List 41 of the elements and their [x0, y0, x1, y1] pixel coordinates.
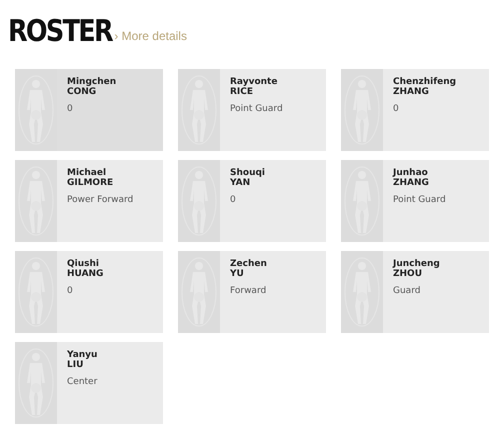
- position: 0: [230, 195, 237, 205]
- last-name: YU: [230, 269, 245, 279]
- first-name: Zechen: [230, 259, 267, 269]
- position: Center: [67, 377, 98, 387]
- last-name: ZHANG: [393, 178, 430, 188]
- position: Point Guard: [230, 104, 283, 114]
- player-card[interactable]: Rayvonte RICE Point Guard: [178, 69, 326, 151]
- player-card[interactable]: Mingchen CONG 0: [15, 69, 163, 151]
- player-card[interactable]: Juncheng ZHOU Guard: [341, 251, 489, 333]
- player-card[interactable]: Michael GILMORE Power Forward: [15, 160, 163, 242]
- position: Point Guard: [393, 195, 446, 205]
- first-name: Qiushi: [67, 259, 100, 269]
- first-name: Mingchen: [67, 77, 116, 87]
- position: Power Forward: [67, 195, 134, 205]
- last-name: RICE: [230, 87, 254, 97]
- first-name: Yanyu: [67, 350, 98, 360]
- player-card[interactable]: Shouqi YAN 0: [178, 160, 326, 242]
- first-name: Juncheng: [393, 259, 440, 269]
- first-name: Michael: [67, 168, 108, 178]
- position: 0: [393, 104, 400, 114]
- last-name: YAN: [230, 178, 252, 188]
- player-card[interactable]: Junhao ZHANG Point Guard: [341, 160, 489, 242]
- player-card[interactable]: Zechen YU Forward: [178, 251, 326, 333]
- last-name: GILMORE: [67, 178, 114, 188]
- last-name: HUANG: [67, 269, 104, 279]
- position: Guard: [393, 286, 422, 296]
- page-title: ROSTER: [8, 17, 112, 47]
- first-name: Junhao: [393, 168, 429, 178]
- first-name: Rayvonte: [230, 77, 278, 87]
- player-card[interactable]: Yanyu LIU Center: [15, 342, 163, 424]
- position: 0: [67, 286, 74, 296]
- player-card[interactable]: Chenzhifeng ZHANG 0: [341, 69, 489, 151]
- last-name: LIU: [67, 360, 84, 370]
- player-card[interactable]: Qiushi HUANG 0: [15, 251, 163, 333]
- last-name: ZHOU: [393, 269, 424, 279]
- last-name: CONG: [67, 87, 98, 97]
- position: 0: [67, 104, 74, 114]
- last-name: ZHANG: [393, 87, 430, 97]
- position: Forward: [230, 286, 267, 296]
- first-name: Shouqi: [230, 168, 266, 178]
- first-name: Chenzhifeng: [393, 77, 456, 87]
